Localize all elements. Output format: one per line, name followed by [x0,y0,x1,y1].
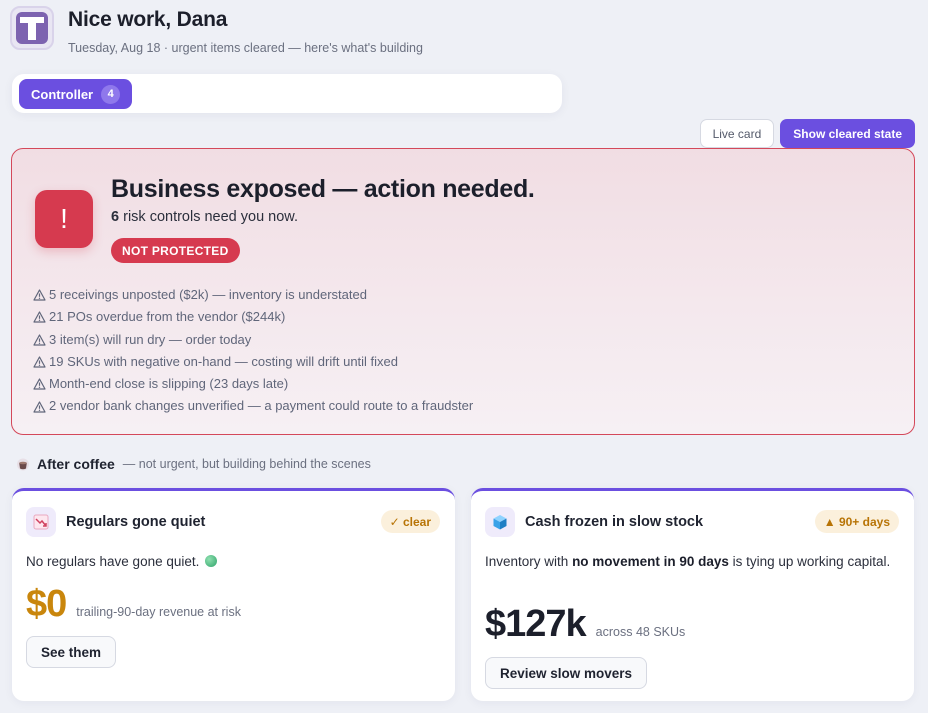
exposure-alert-card: ! Business exposed — action needed. 6 ri… [11,148,915,435]
warning-icon [33,356,46,368]
metric-row: $127k across 48 SKUs [485,603,685,646]
card-description: Inventory with no movement in 90 days is… [485,554,891,569]
metric-caption: trailing-90-day revenue at risk [76,605,241,619]
see-them-button[interactable]: See them [26,636,117,668]
warning-icon [33,311,46,324]
warning-icon [33,289,46,301]
risk-item[interactable]: 5 receivings unposted ($2k) — inventory … [33,284,473,306]
live-card-button[interactable]: Live card [699,119,775,148]
app-logo [10,6,54,50]
tab-count-badge: 4 [101,84,121,104]
risk-item[interactable]: 19 SKUs with negative on-hand — costing … [33,351,473,373]
tab-controller[interactable]: Controller 4 [19,79,133,109]
aging-status-pill: ▲ 90+ days [814,510,899,533]
page-subtitle: Tuesday, Aug 18 · urgent items cleared —… [68,41,423,55]
green-dot-icon [205,555,218,567]
cash-frozen-card: Cash frozen in slow stock ▲ 90+ days Inv… [471,488,914,701]
risk-item[interactable]: 2 vendor bank changes unverified — a pay… [33,395,473,417]
view-toggle: Live card Show cleared state [699,119,915,148]
page-title: Nice work, Dana [68,8,228,31]
card-title: Regulars gone quiet [66,514,206,530]
alert-subtitle: 6 risk controls need you now. [111,209,298,225]
risk-item[interactable]: Month-end close is slipping (23 days lat… [33,373,473,395]
role-tab-bar: Controller 4 [12,74,562,113]
alert-exclamation-icon: ! [35,190,93,248]
review-slow-movers-button[interactable]: Review slow movers [485,657,648,689]
card-description: No regulars have gone quiet. [26,551,218,572]
metric-value: $0 [26,583,67,625]
chart-down-icon [26,507,56,537]
metric-caption: across 48 SKUs [595,625,686,639]
alert-title: Business exposed — action needed. [111,175,535,203]
after-coffee-title: After coffee [37,456,115,472]
metric-value: $127k [485,603,587,645]
risk-item[interactable]: 3 item(s) will run dry — order today [33,329,473,351]
metric-row: $0 trailing-90-day revenue at risk [26,583,241,626]
after-coffee-note: — not urgent, but building behind the sc… [122,457,371,471]
page-header: Nice work, Dana Tuesday, Aug 18 · urgent… [10,6,423,55]
alert-subtitle-text: risk controls need you now. [123,209,299,225]
clear-status-pill: ✓ clear [380,510,440,533]
tab-label: Controller [31,86,94,102]
risk-item[interactable]: 21 POs overdue from the vendor ($244k) [33,306,473,328]
show-cleared-state-button[interactable]: Show cleared state [780,119,915,148]
after-coffee-heading: After coffee — not urgent, but building … [16,456,371,472]
logo-t-icon [16,12,48,44]
not-protected-badge: NOT PROTECTED [111,238,240,263]
warning-icon [33,334,46,346]
risk-list: 5 receivings unposted ($2k) — inventory … [33,284,473,418]
warning-icon [33,378,46,390]
warning-icon [33,401,46,413]
risk-count: 6 [111,209,120,225]
cube-icon [485,507,515,537]
regulars-gone-quiet-card: Regulars gone quiet ✓ clear No regulars … [12,488,455,701]
coffee-icon [17,458,29,471]
card-title: Cash frozen in slow stock [525,514,704,530]
